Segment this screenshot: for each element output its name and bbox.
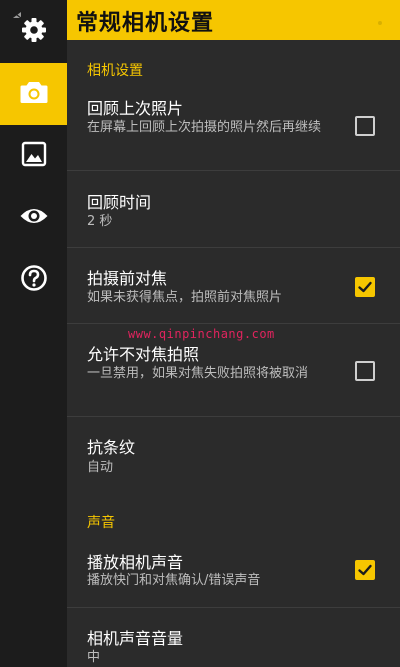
review-last-photo-checkbox[interactable]: [355, 116, 375, 136]
gear-icon: [20, 16, 48, 48]
help-icon: [20, 264, 48, 296]
app-header: 常规相机设置: [67, 0, 400, 40]
sidebar-item-help[interactable]: [0, 249, 67, 311]
settings-list: 相机设置 回顾上次照片 在屏幕上回顾上次拍摄的照片然后再继续 回顾时间 2 秒 …: [67, 40, 400, 667]
setting-title: 回顾时间: [87, 193, 152, 212]
setting-value: 自动: [87, 460, 114, 475]
setting-title: 拍摄前对焦: [87, 269, 168, 288]
setting-focus-before-capture[interactable]: 拍摄前对焦 如果未获得焦点，拍照前对焦照片: [67, 248, 400, 323]
focus-before-capture-checkbox[interactable]: [355, 277, 375, 297]
setting-title: 抗条纹: [87, 438, 136, 457]
section-header-camera: 相机设置: [87, 63, 143, 79]
setting-title: 允许不对焦拍照: [87, 345, 200, 364]
setting-antibanding[interactable]: 抗条纹 自动: [67, 417, 400, 493]
page-title: 常规相机设置: [76, 11, 215, 36]
image-icon: [21, 141, 47, 171]
setting-title: 播放相机声音: [87, 553, 184, 572]
setting-camera-sound-volume[interactable]: 相机声音音量 中: [67, 608, 400, 667]
play-camera-sound-checkbox[interactable]: [355, 560, 375, 580]
sidebar-item-photo[interactable]: [0, 125, 67, 187]
setting-value: 中: [87, 650, 101, 665]
check-icon: [358, 564, 372, 576]
sidebar-item-camera[interactable]: [0, 63, 67, 125]
status-dot-icon: [376, 12, 384, 25]
setting-review-time[interactable]: 回顾时间 2 秒: [67, 171, 400, 247]
setting-value: 2 秒: [87, 214, 113, 229]
setting-play-camera-sound[interactable]: 播放相机声音 播放快门和对焦确认/错误声音: [67, 537, 400, 607]
section-header-sound: 声音: [87, 515, 115, 531]
sidebar: [0, 0, 67, 667]
eye-icon: [19, 206, 49, 230]
setting-summary: 一旦禁用，如果对焦失败拍照将被取消: [87, 366, 309, 381]
setting-summary: 在屏幕上回顾上次拍摄的照片然后再继续: [87, 120, 322, 135]
setting-title: 相机声音音量: [87, 629, 184, 648]
setting-summary: 播放快门和对焦确认/错误声音: [87, 573, 261, 588]
app-root: 常规相机设置 相机设置 回顾上次照片 在屏幕上回顾上次拍摄的照片然后再继续 回顾…: [0, 0, 400, 667]
setting-title: 回顾上次照片: [87, 99, 184, 118]
setting-review-last-photo[interactable]: 回顾上次照片 在屏幕上回顾上次拍摄的照片然后再继续: [67, 87, 400, 170]
sidebar-item-general[interactable]: [0, 1, 67, 63]
allow-unfocused-capture-checkbox[interactable]: [355, 361, 375, 381]
check-icon: [358, 281, 372, 293]
watermark-text: www.qinpinchang.com: [128, 327, 275, 341]
setting-summary: 如果未获得焦点，拍照前对焦照片: [87, 290, 283, 305]
camera-icon: [19, 79, 49, 109]
sidebar-item-preview[interactable]: [0, 187, 67, 249]
